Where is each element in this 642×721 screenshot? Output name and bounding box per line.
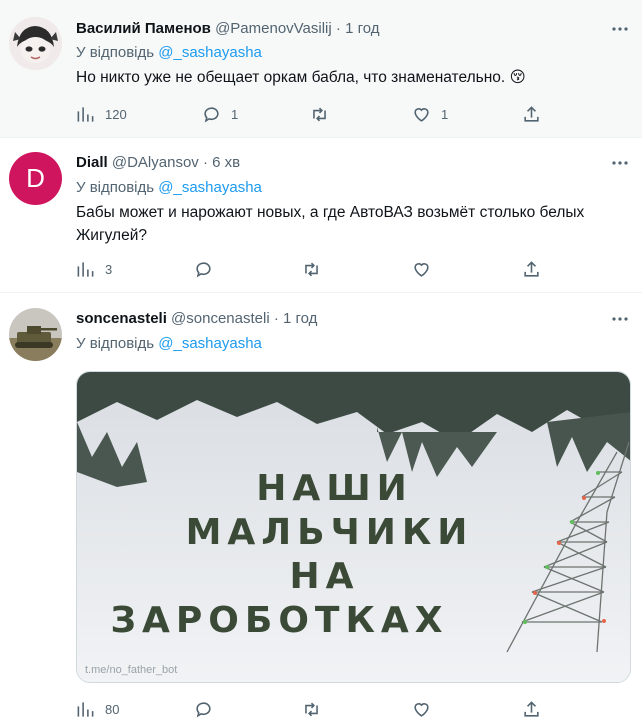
like-button[interactable] — [412, 257, 431, 281]
tweet-text: Но никто уже не обещает оркам бабла, что… — [76, 69, 526, 86]
tweet[interactable]: D Diall @DAlyansov · 6 хв У відповідь @_… — [0, 138, 642, 293]
more-options-icon[interactable] — [610, 309, 630, 329]
separator-dot: · — [273, 310, 279, 327]
reply-button[interactable]: 1 — [202, 102, 238, 126]
action-bar: 80 — [76, 697, 546, 721]
timestamp[interactable]: 1 год — [283, 310, 317, 327]
reply-context: У відповідь @_sashayasha — [76, 178, 262, 198]
action-bar: 120 1 1 — [76, 102, 546, 126]
retweet-button[interactable] — [302, 257, 321, 281]
tweet-header: Diall @DAlyansov · 6 хв — [76, 153, 240, 173]
action-bar: 3 — [76, 257, 546, 281]
user-handle[interactable]: @soncenasteli — [171, 310, 270, 327]
image-text-line: ЗАРОБОТКАХ — [110, 600, 449, 641]
views-button[interactable]: 3 — [76, 257, 112, 281]
reply-mention-link[interactable]: @_sashayasha — [158, 179, 262, 196]
tweet[interactable]: Василий Паменов @PamenovVasilij · 1 год … — [0, 0, 642, 138]
reply-icon — [196, 261, 211, 278]
image-caption: НАШИ МАЛЬЧИКИ НА ЗАРОБОТКАХ — [77, 467, 630, 643]
reply-prefix: У відповідь — [76, 179, 155, 196]
display-name[interactable]: soncenasteli — [76, 310, 167, 327]
reply-icon — [196, 701, 211, 718]
views-count: 120 — [105, 106, 127, 122]
reply-icon — [204, 106, 219, 123]
timestamp[interactable]: 6 хв — [212, 154, 240, 171]
views-button[interactable]: 80 — [76, 697, 119, 721]
display-name[interactable]: Diall — [76, 154, 108, 171]
reply-prefix: У відповідь — [76, 44, 155, 61]
like-button[interactable]: 1 — [412, 102, 448, 126]
reply-mention-link[interactable]: @_sashayasha — [158, 335, 262, 352]
more-options-icon[interactable] — [610, 19, 630, 39]
reply-mention-link[interactable]: @_sashayasha — [158, 44, 262, 61]
like-count: 1 — [441, 106, 449, 122]
display-name[interactable]: Василий Паменов — [76, 20, 211, 37]
views-count: 3 — [105, 261, 113, 277]
reply-count: 1 — [231, 106, 239, 122]
heart-icon — [414, 107, 429, 122]
analytics-icon — [77, 701, 94, 717]
reply-context: У відповідь @_sashayasha — [76, 334, 262, 354]
separator-dot: · — [335, 20, 341, 37]
reply-button[interactable] — [194, 697, 213, 721]
heart-icon — [414, 262, 429, 277]
avatar[interactable] — [9, 308, 62, 361]
views-count: 80 — [105, 701, 120, 717]
retweet-icon — [305, 262, 318, 276]
tweet-header: soncenasteli @soncenasteli · 1 год — [76, 309, 317, 329]
separator-dot: · — [202, 154, 208, 171]
image-text-line: НАШИ — [256, 468, 413, 509]
tweet-header: Василий Паменов @PamenovVasilij · 1 год — [76, 19, 380, 39]
tweet-image[interactable]: НАШИ МАЛЬЧИКИ НА ЗАРОБОТКАХ t.me/no_fath… — [76, 371, 631, 683]
share-icon — [524, 260, 539, 277]
like-button[interactable] — [412, 697, 431, 721]
share-button[interactable] — [522, 697, 541, 721]
analytics-icon — [77, 106, 94, 122]
image-text-line: НА — [289, 556, 360, 597]
retweet-button[interactable] — [310, 102, 339, 126]
user-handle[interactable]: @DAlyansov — [112, 154, 199, 171]
share-button[interactable] — [522, 102, 541, 126]
reply-context: У відповідь @_sashayasha — [76, 43, 262, 63]
timestamp[interactable]: 1 год — [345, 20, 379, 37]
views-button[interactable]: 120 — [76, 102, 127, 126]
tweet-text: Бабы может и нарожают новых, а где АвтоВ… — [76, 204, 585, 244]
reply-button[interactable] — [194, 257, 213, 281]
user-handle[interactable]: @PamenovVasilij — [215, 20, 332, 37]
retweet-button[interactable] — [302, 697, 321, 721]
more-options-icon[interactable] — [610, 153, 630, 173]
avatar[interactable] — [9, 17, 62, 70]
image-text-line: МАЛЬЧИКИ — [185, 512, 474, 553]
avatar[interactable]: D — [9, 152, 62, 205]
tweet[interactable]: soncenasteli @soncenasteli · 1 год У від… — [0, 293, 642, 718]
image-watermark: t.me/no_father_bot — [85, 664, 178, 676]
reply-prefix: У відповідь — [76, 335, 155, 352]
analytics-icon — [77, 261, 94, 277]
retweet-icon — [305, 702, 318, 716]
share-button[interactable] — [522, 257, 541, 281]
retweet-icon — [313, 107, 326, 121]
heart-icon — [414, 702, 429, 717]
share-icon — [524, 700, 539, 717]
avatar-letter: D — [26, 163, 45, 193]
share-icon — [524, 105, 539, 122]
